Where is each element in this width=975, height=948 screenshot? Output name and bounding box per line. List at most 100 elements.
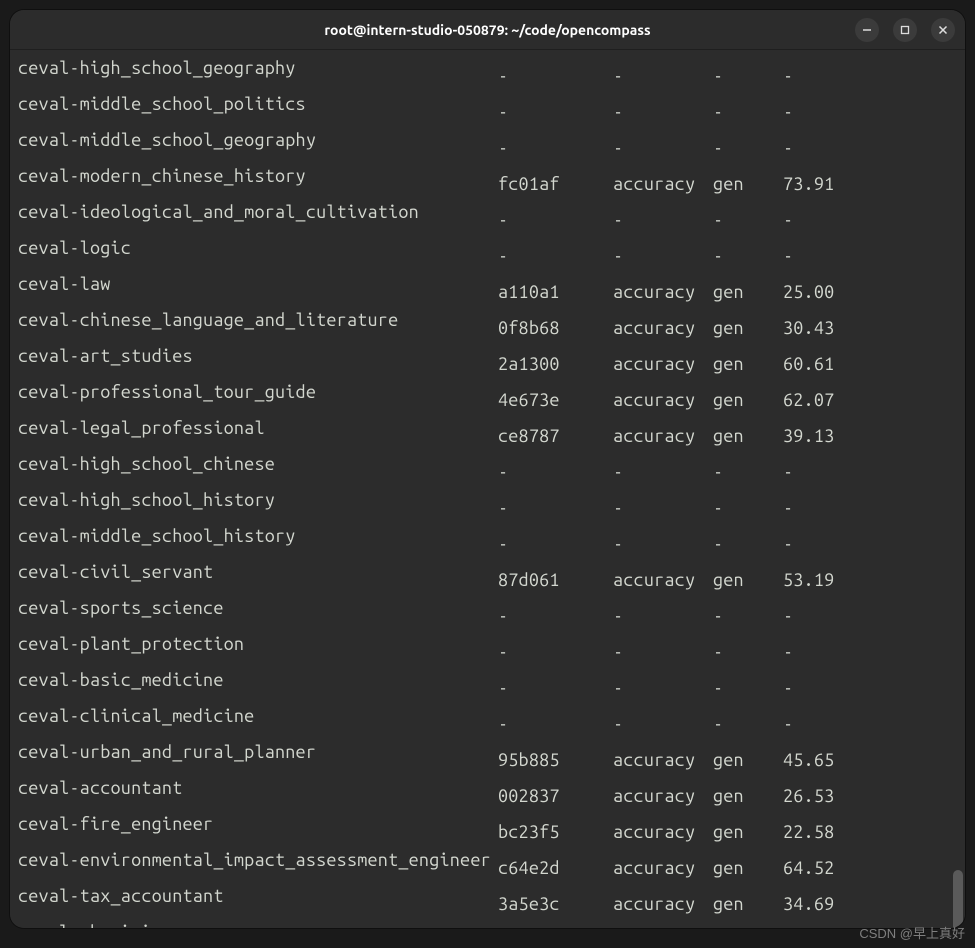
col-metric: accuracy bbox=[613, 566, 713, 594]
col-mode: - bbox=[713, 494, 783, 522]
col-mode: - bbox=[713, 62, 783, 90]
col-mode: gen bbox=[713, 890, 783, 918]
col-metric: accuracy bbox=[613, 422, 713, 450]
col-mode: - bbox=[713, 638, 783, 666]
col-mode: gen bbox=[713, 278, 783, 306]
col-metric: accuracy bbox=[613, 278, 713, 306]
result-row: ceval-modern_chinese_historyfc01afaccura… bbox=[18, 162, 957, 198]
col-name: ceval-civil_servant bbox=[18, 558, 498, 586]
titlebar[interactable]: root@intern-studio-050879: ~/code/openco… bbox=[10, 10, 965, 50]
window-title: root@intern-studio-050879: ~/code/openco… bbox=[324, 22, 650, 38]
col-score: - bbox=[783, 98, 853, 126]
col-score: 26.53 bbox=[783, 782, 853, 810]
col-hash: - bbox=[498, 638, 613, 666]
col-name: ceval-ideological_and_moral_cultivation bbox=[18, 198, 498, 226]
result-row: ceval-civil_servant87d061accuracygen53.1… bbox=[18, 558, 957, 594]
col-name: ceval-fire_engineer bbox=[18, 810, 498, 838]
col-score: 40.82 bbox=[783, 926, 853, 928]
col-score: - bbox=[783, 206, 853, 234]
col-score: 53.19 bbox=[783, 566, 853, 594]
col-metric: accuracy bbox=[613, 386, 713, 414]
maximize-icon bbox=[900, 25, 910, 35]
col-score: - bbox=[783, 242, 853, 270]
col-hash: 95b885 bbox=[498, 746, 613, 774]
col-metric: - bbox=[613, 638, 713, 666]
col-metric: accuracy bbox=[613, 926, 713, 928]
result-row: ceval-tax_accountant3a5e3caccuracygen34.… bbox=[18, 882, 957, 918]
result-row: ceval-middle_school_geography---- bbox=[18, 126, 957, 162]
result-row: ceval-environmental_impact_assessment_en… bbox=[18, 846, 957, 882]
col-name: ceval-legal_professional bbox=[18, 414, 498, 442]
terminal-window: root@intern-studio-050879: ~/code/openco… bbox=[10, 10, 965, 928]
col-score: - bbox=[783, 530, 853, 558]
result-row: ceval-high_school_chinese---- bbox=[18, 450, 957, 486]
col-name: ceval-modern_chinese_history bbox=[18, 162, 498, 190]
watermark: CSDN @早上真好 bbox=[859, 923, 965, 942]
col-score: - bbox=[783, 134, 853, 162]
col-hash: 87d061 bbox=[498, 566, 613, 594]
maximize-button[interactable] bbox=[893, 18, 917, 42]
col-mode: gen bbox=[713, 350, 783, 378]
col-mode: gen bbox=[713, 422, 783, 450]
col-hash: - bbox=[498, 458, 613, 486]
col-metric: - bbox=[613, 674, 713, 702]
result-row: ceval-physician6e277daccuracygen40.82 bbox=[18, 918, 957, 928]
col-hash: - bbox=[498, 710, 613, 738]
result-row: ceval-logic---- bbox=[18, 234, 957, 270]
col-name: ceval-middle_school_geography bbox=[18, 126, 498, 154]
col-mode: - bbox=[713, 98, 783, 126]
col-hash: - bbox=[498, 98, 613, 126]
col-metric: - bbox=[613, 134, 713, 162]
col-hash: - bbox=[498, 674, 613, 702]
col-mode: - bbox=[713, 242, 783, 270]
col-metric: - bbox=[613, 98, 713, 126]
col-mode: gen bbox=[713, 818, 783, 846]
col-metric: accuracy bbox=[613, 890, 713, 918]
col-metric: accuracy bbox=[613, 854, 713, 882]
col-hash: a110a1 bbox=[498, 278, 613, 306]
col-name: ceval-professional_tour_guide bbox=[18, 378, 498, 406]
col-hash: 4e673e bbox=[498, 386, 613, 414]
result-row: ceval-lawa110a1accuracygen25.00 bbox=[18, 270, 957, 306]
col-score: 34.69 bbox=[783, 890, 853, 918]
col-mode: - bbox=[713, 602, 783, 630]
col-mode: - bbox=[713, 134, 783, 162]
col-mode: gen bbox=[713, 926, 783, 928]
col-score: 45.65 bbox=[783, 746, 853, 774]
scrollbar-thumb[interactable] bbox=[953, 870, 963, 928]
result-row: ceval-urban_and_rural_planner95b885accur… bbox=[18, 738, 957, 774]
col-metric: - bbox=[613, 206, 713, 234]
col-metric: - bbox=[613, 242, 713, 270]
col-name: ceval-law bbox=[18, 270, 498, 298]
col-score: 39.13 bbox=[783, 422, 853, 450]
col-metric: accuracy bbox=[613, 746, 713, 774]
minimize-button[interactable] bbox=[855, 18, 879, 42]
col-mode: gen bbox=[713, 386, 783, 414]
close-button[interactable] bbox=[931, 18, 955, 42]
col-score: 62.07 bbox=[783, 386, 853, 414]
result-row: ceval-accountant002837accuracygen26.53 bbox=[18, 774, 957, 810]
col-name: ceval-high_school_chinese bbox=[18, 450, 498, 478]
col-name: ceval-chinese_language_and_literature bbox=[18, 306, 498, 334]
col-metric: accuracy bbox=[613, 782, 713, 810]
col-name: ceval-physician bbox=[18, 918, 498, 928]
col-name: ceval-environmental_impact_assessment_en… bbox=[18, 846, 498, 874]
result-row: ceval-legal_professionalce8787accuracyge… bbox=[18, 414, 957, 450]
col-mode: gen bbox=[713, 854, 783, 882]
col-hash: - bbox=[498, 134, 613, 162]
col-metric: - bbox=[613, 602, 713, 630]
terminal-content: ceval-high_school_geography----ceval-mid… bbox=[18, 54, 957, 928]
col-metric: - bbox=[613, 710, 713, 738]
col-mode: gen bbox=[713, 566, 783, 594]
col-mode: gen bbox=[713, 170, 783, 198]
col-hash: 0f8b68 bbox=[498, 314, 613, 342]
col-mode: - bbox=[713, 206, 783, 234]
col-hash: - bbox=[498, 206, 613, 234]
col-name: ceval-urban_and_rural_planner bbox=[18, 738, 498, 766]
col-mode: gen bbox=[713, 746, 783, 774]
col-name: ceval-basic_medicine bbox=[18, 666, 498, 694]
terminal-body[interactable]: ceval-high_school_geography----ceval-mid… bbox=[10, 50, 965, 928]
result-row: ceval-sports_science---- bbox=[18, 594, 957, 630]
col-score: 25.00 bbox=[783, 278, 853, 306]
minimize-icon bbox=[862, 25, 872, 35]
